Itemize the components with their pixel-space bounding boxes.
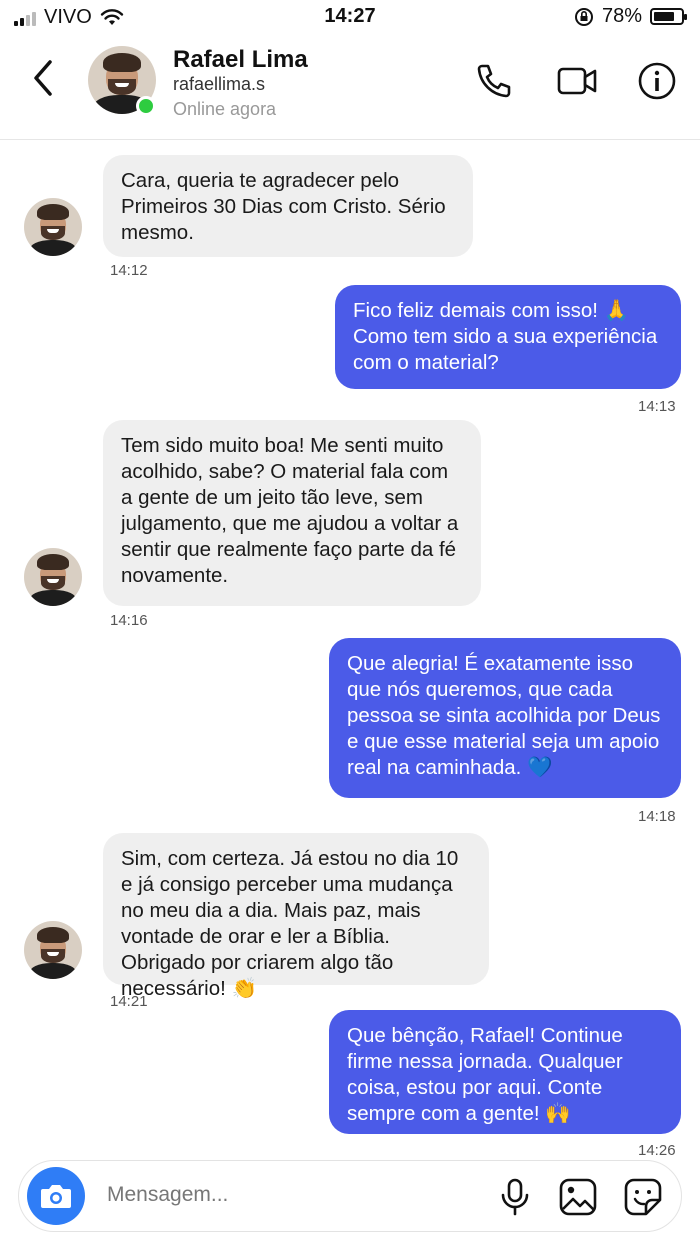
- status-bar: VIVO 14:27 78%: [0, 0, 700, 36]
- message-input[interactable]: Mensagem...: [107, 1183, 228, 1207]
- contact-name[interactable]: Rafael Lima: [173, 46, 308, 74]
- message-time: 14:21: [110, 993, 148, 1010]
- battery-icon: [650, 8, 687, 25]
- message-bubble-incoming[interactable]: Tem sido muito boa! Me senti muito acolh…: [103, 420, 481, 606]
- sticker-icon[interactable]: [623, 1177, 663, 1217]
- microphone-icon[interactable]: [495, 1177, 535, 1217]
- contact-username: rafaellima.s: [173, 74, 266, 94]
- message-bubble-incoming[interactable]: Cara, queria te agradecer pelo Primeiros…: [103, 155, 473, 257]
- avatar[interactable]: [24, 548, 82, 606]
- message-time: 14:16: [110, 612, 148, 629]
- rotation-lock-icon: [574, 7, 593, 26]
- back-arrow-icon[interactable]: [26, 56, 60, 100]
- avatar[interactable]: [24, 921, 82, 979]
- battery-percent: 78%: [601, 5, 642, 27]
- message-time: 14:13: [638, 398, 676, 415]
- contact-status: Online agora: [173, 99, 277, 119]
- gallery-icon[interactable]: [558, 1177, 598, 1217]
- camera-button[interactable]: [27, 1167, 85, 1225]
- avatar[interactable]: [24, 198, 82, 256]
- message-bubble-outgoing[interactable]: Fico feliz demais com isso! 🙏 Como tem s…: [335, 285, 681, 389]
- message-bubble-incoming[interactable]: Sim, com certeza. Já estou no dia 10 e j…: [103, 833, 489, 1000]
- message-time: 14:18: [638, 808, 676, 825]
- phone-icon[interactable]: [473, 60, 515, 102]
- video-camera-icon[interactable]: [556, 60, 598, 102]
- message-bubble-outgoing[interactable]: Que alegria! É exatamente isso que nós q…: [329, 638, 681, 798]
- message-composer: Mensagem...: [18, 1160, 682, 1232]
- message-time: 14:26: [638, 1142, 676, 1159]
- message-bubble-outgoing[interactable]: Que bênção, Rafael! Continue firme nessa…: [329, 1010, 681, 1134]
- online-indicator: [136, 96, 156, 116]
- info-icon[interactable]: [636, 60, 678, 102]
- camera-icon: [41, 1185, 71, 1208]
- message-time: 14:12: [110, 262, 148, 279]
- status-right: 78%: [574, 5, 687, 28]
- chat-header: Rafael Lima rafaellima.s Online agora: [0, 36, 700, 140]
